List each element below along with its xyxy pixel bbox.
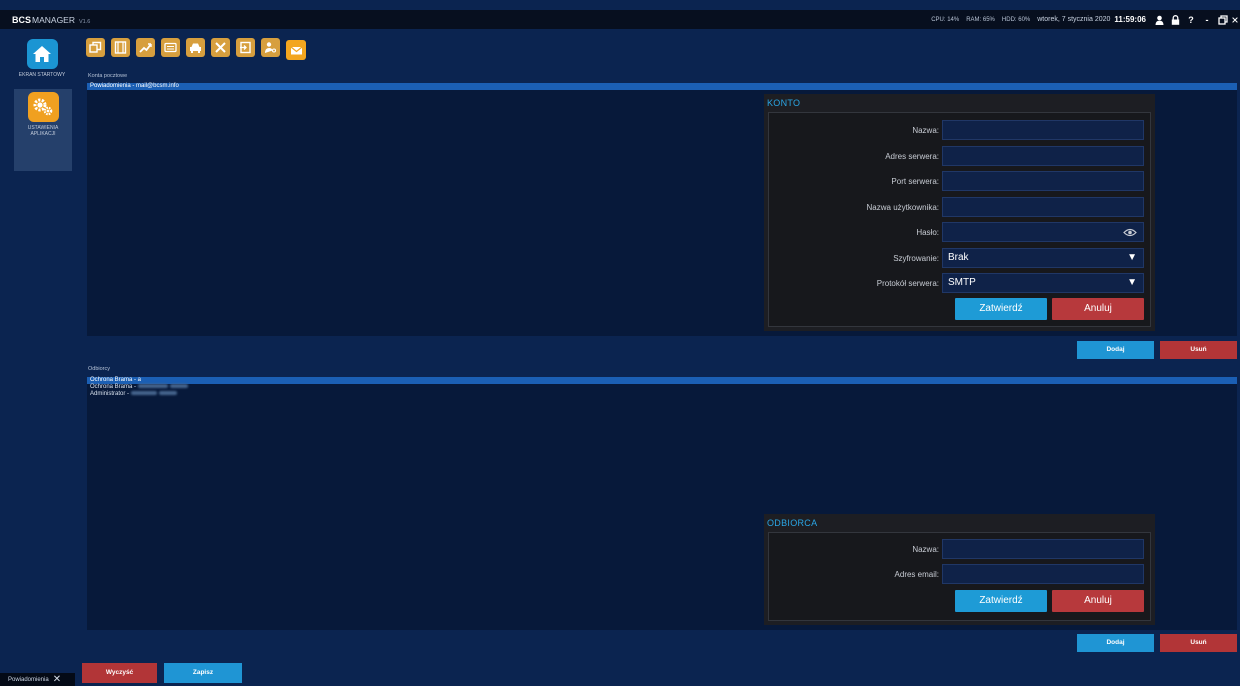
recipient-form: ODBIORCA Nazwa: Adres email: Zatwierdź A…	[764, 514, 1155, 625]
app-version: V1.6	[79, 18, 91, 25]
chart-icon[interactable]	[136, 38, 155, 57]
account-confirm-button[interactable]: Zatwierdź	[955, 298, 1047, 320]
list-item[interactable]: Ochrona Brama -	[87, 384, 1237, 391]
account-name-field[interactable]	[942, 120, 1144, 140]
system-status: CPU: 14% RAM: 65% HDD: 60% wtorek, 7 sty…	[931, 10, 1240, 29]
recipients-section-label: Odbiorcy	[88, 366, 111, 372]
remove-account-button[interactable]: Usuń	[1160, 341, 1237, 359]
account-name-label: Nazwa:	[912, 126, 939, 135]
film-icon[interactable]	[111, 38, 130, 57]
protocol-label: Protokół serwera:	[876, 279, 939, 288]
protocol-value: SMTP	[948, 277, 976, 288]
server-address-label: Adres serwera:	[885, 152, 939, 161]
account-form-title: KONTO	[767, 98, 801, 108]
user-key-icon[interactable]	[261, 38, 280, 57]
recipient-form-body: Nazwa: Adres email: Zatwierdź Anuluj	[768, 532, 1151, 621]
brand-logo-bold: BCS	[12, 14, 32, 25]
blurred-email	[169, 384, 188, 389]
recipient-name-label: Nazwa:	[912, 545, 939, 554]
account-form: KONTO Nazwa: Adres serwera: Port serwera…	[764, 94, 1155, 331]
notification-tab-label: Powiadomienia	[8, 676, 49, 683]
eye-icon[interactable]	[1123, 228, 1137, 237]
user-icon[interactable]	[1152, 14, 1166, 26]
dropdown-arrow-icon: ▼	[1127, 252, 1137, 263]
cpu-usage: CPU: 14%	[931, 16, 960, 23]
blurred-email	[137, 384, 168, 389]
dropdown-arrow-icon: ▼	[1127, 277, 1137, 288]
nav-settings-label: USTAWIENIA APLIKACJI	[27, 125, 59, 137]
protocol-select[interactable]: SMTP ▼	[942, 273, 1144, 293]
side-navigation: EKRAN STARTOWY USTAWIENIA APLIKACJI	[0, 29, 75, 657]
tools-icon[interactable]	[211, 38, 230, 57]
ram-usage: RAM: 65%	[966, 16, 995, 23]
password-field[interactable]	[942, 222, 1144, 242]
account-cancel-button[interactable]: Anuluj	[1052, 298, 1144, 320]
encryption-value: Brak	[948, 252, 969, 263]
app-window: BCS MANAGER V1.6 CPU: 14% RAM: 65% HDD: …	[0, 0, 1240, 686]
blurred-email	[158, 391, 177, 396]
clear-button[interactable]: Wyczyść	[82, 663, 157, 683]
gears-icon	[27, 92, 59, 122]
notification-tab[interactable]: Powiadomienia ✕	[0, 673, 75, 686]
server-port-label: Port serwera:	[891, 177, 939, 186]
list-item[interactable]: Ochrona Brama - a	[87, 377, 1237, 384]
accounts-section-label: Konta pocztowe	[88, 73, 128, 79]
nav-home-screen[interactable]: EKRAN STARTOWY	[19, 39, 65, 78]
username-field[interactable]	[942, 197, 1144, 217]
recipient-email-label: Adres email:	[894, 570, 939, 579]
current-time: 11:59:06	[1114, 15, 1146, 24]
recipient-email-field[interactable]	[942, 564, 1144, 584]
lock-icon[interactable]	[1168, 14, 1182, 26]
encryption-label: Szyfrowanie:	[893, 254, 939, 263]
list-item[interactable]: Powiadomienia - mail@bcsm.info	[87, 83, 1237, 90]
server-address-field[interactable]	[942, 146, 1144, 166]
blurred-email	[130, 391, 157, 396]
restore-icon[interactable]	[1216, 14, 1230, 26]
windows-icon[interactable]	[86, 38, 105, 57]
account-form-body: Nazwa: Adres serwera: Port serwera: Nazw…	[768, 112, 1151, 327]
encryption-select[interactable]: Brak ▼	[942, 248, 1144, 268]
recipient-cancel-button[interactable]: Anuluj	[1052, 590, 1144, 612]
login-icon[interactable]	[236, 38, 255, 57]
nav-app-settings[interactable]: USTAWIENIA APLIKACJI	[14, 89, 72, 171]
home-icon	[26, 39, 58, 69]
username-label: Nazwa użytkownika:	[866, 203, 939, 212]
add-recipient-button[interactable]: Dodaj	[1077, 634, 1154, 652]
close-icon[interactable]	[1232, 14, 1238, 26]
mail-icon[interactable]	[286, 40, 306, 60]
recipient-name-field[interactable]	[942, 539, 1144, 559]
recipient-form-title: ODBIORCA	[767, 518, 818, 528]
current-date: wtorek, 7 stycznia 2020	[1037, 16, 1111, 23]
recipient-confirm-button[interactable]: Zatwierdź	[955, 590, 1047, 612]
title-bar: BCS MANAGER V1.6 CPU: 14% RAM: 65% HDD: …	[0, 10, 1240, 29]
add-account-button[interactable]: Dodaj	[1077, 341, 1154, 359]
car-icon[interactable]	[186, 38, 205, 57]
hdd-usage: HDD: 60%	[1001, 16, 1031, 23]
password-label: Hasło:	[916, 228, 939, 237]
keyboard-icon[interactable]	[161, 38, 180, 57]
remove-recipient-button[interactable]: Usuń	[1160, 634, 1237, 652]
close-icon[interactable]: ✕	[53, 674, 61, 685]
brand-logo-text: MANAGER	[32, 14, 75, 25]
list-item[interactable]: Administrator -	[87, 391, 1237, 398]
minimize-icon[interactable]: -	[1200, 14, 1214, 26]
nav-home-label: EKRAN STARTOWY	[18, 72, 66, 78]
save-button[interactable]: Zapisz	[164, 663, 242, 683]
server-port-field[interactable]	[942, 171, 1144, 191]
help-icon[interactable]: ?	[1184, 14, 1198, 26]
settings-toolbar	[86, 38, 306, 60]
app-brand: BCS MANAGER V1.6	[0, 15, 90, 25]
